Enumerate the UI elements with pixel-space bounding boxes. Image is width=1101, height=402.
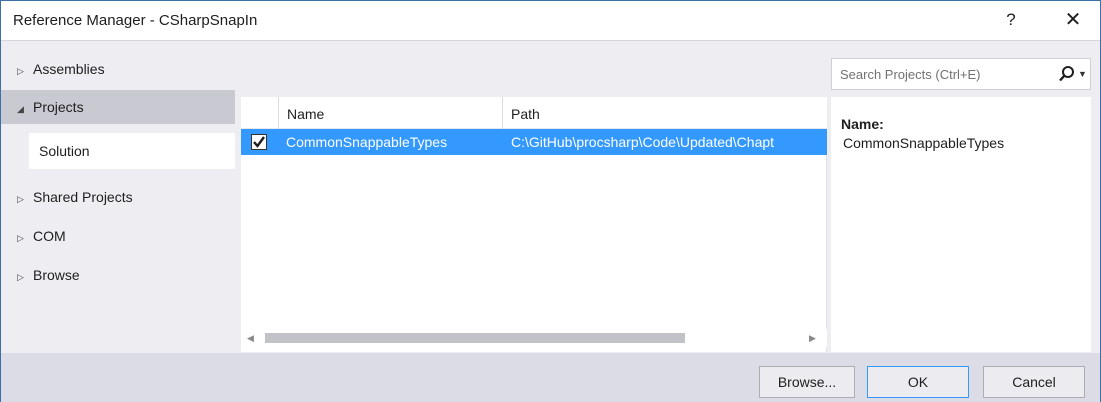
help-button[interactable]: ?	[993, 5, 1029, 35]
expand-arrow-icon: ▷	[17, 194, 24, 204]
title-bar[interactable]: Reference Manager - CSharpSnapIn ? ✕	[1, 1, 1100, 41]
search-icon[interactable]	[1058, 64, 1076, 84]
scroll-right-icon[interactable]: ▶	[809, 329, 821, 347]
search-box: ▼	[831, 58, 1091, 90]
detail-name-label: Name:	[841, 116, 884, 132]
expand-arrow-icon: ▷	[17, 66, 24, 76]
cancel-button[interactable]: Cancel	[983, 366, 1085, 398]
row-checkbox[interactable]	[251, 134, 267, 150]
projects-grid: Name Path CommonSnappableTypes C:\GitHub…	[241, 97, 827, 352]
nav-subitem-solution[interactable]: Solution	[29, 133, 235, 169]
nav-item-com[interactable]: ▷ COM	[1, 219, 235, 253]
collapse-arrow-icon: ◢	[17, 104, 24, 114]
nav-item-label: Assemblies	[33, 61, 105, 77]
nav-item-shared-projects[interactable]: ▷ Shared Projects	[1, 180, 235, 214]
detail-name-value: CommonSnappableTypes	[843, 135, 1005, 151]
row-path: C:\GitHub\procsharp\Code\Updated\Chapt	[511, 134, 775, 150]
horizontal-scrollbar[interactable]: ◀ ▶	[241, 329, 827, 347]
nav-item-assemblies[interactable]: ▷ Assemblies	[1, 52, 235, 86]
detail-pane: Name: CommonSnappableTypes	[831, 97, 1091, 352]
checkmark-icon	[253, 136, 265, 148]
scroll-left-icon[interactable]: ◀	[247, 329, 259, 347]
nav-item-label: Shared Projects	[33, 189, 133, 205]
nav-item-projects[interactable]: ◢ Projects	[1, 90, 235, 124]
browse-button[interactable]: Browse...	[759, 366, 855, 398]
category-nav: ▷ Assemblies ◢ Projects Solution ▷ Shared P…	[1, 42, 235, 352]
nav-subitem-label: Solution	[39, 143, 90, 159]
nav-item-browse[interactable]: ▷ Browse	[1, 258, 235, 292]
scrollbar-thumb[interactable]	[265, 333, 685, 343]
nav-item-label: Projects	[33, 99, 84, 115]
column-header-check[interactable]	[241, 97, 278, 129]
close-button[interactable]: ✕	[1055, 5, 1091, 35]
grid-header: Name Path	[241, 97, 827, 129]
reference-manager-dialog: Reference Manager - CSharpSnapIn ? ✕ ▷ As…	[0, 0, 1101, 402]
row-name: CommonSnappableTypes	[286, 134, 448, 150]
dialog-footer: Browse... OK Cancel	[1, 353, 1100, 402]
chevron-down-icon[interactable]: ▼	[1078, 64, 1087, 84]
column-header-path[interactable]: Path	[502, 97, 827, 129]
ok-button[interactable]: OK	[867, 366, 969, 398]
nav-item-label: COM	[33, 228, 66, 244]
search-input[interactable]	[832, 59, 1052, 89]
table-row[interactable]: CommonSnappableTypes C:\GitHub\procsharp…	[241, 129, 827, 155]
expand-arrow-icon: ▷	[17, 233, 24, 243]
nav-item-label: Browse	[33, 267, 80, 283]
window-title: Reference Manager - CSharpSnapIn	[13, 12, 258, 29]
column-header-name[interactable]: Name	[278, 97, 502, 129]
expand-arrow-icon: ▷	[17, 272, 24, 282]
